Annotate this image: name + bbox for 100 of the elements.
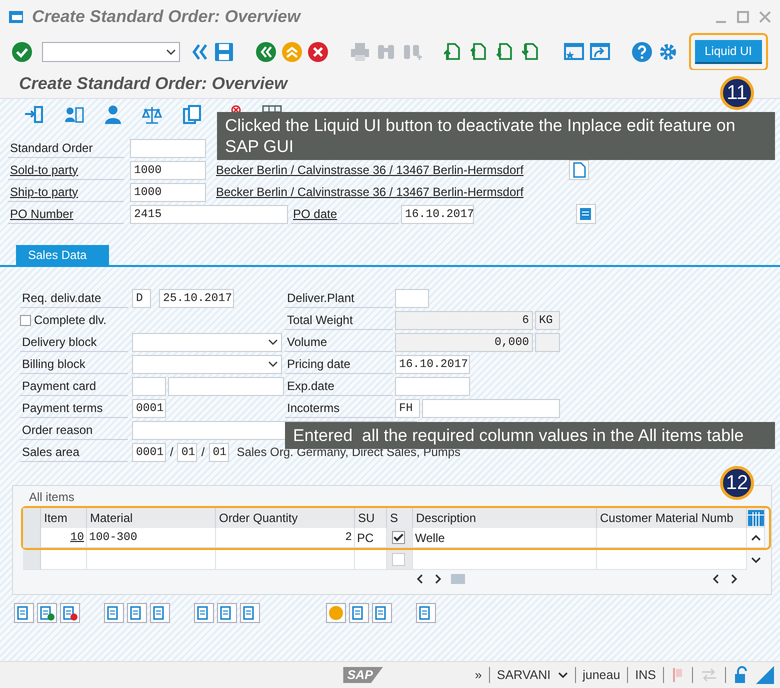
field-label: Billing block xyxy=(20,354,128,374)
help-icon[interactable] xyxy=(632,42,652,62)
import-icon[interactable] xyxy=(24,105,44,125)
resize-grip-icon xyxy=(756,666,774,684)
field-label: Volume xyxy=(285,332,393,352)
field-label: Incoterms xyxy=(285,398,393,418)
input-field[interactable]: 0001 xyxy=(132,398,166,418)
amount-field[interactable]: 6 xyxy=(395,310,533,330)
scroll-left-icon[interactable] xyxy=(711,574,721,584)
step-badge: 12 xyxy=(720,466,754,500)
command-field[interactable] xyxy=(42,42,180,62)
add-row-icon[interactable] xyxy=(37,603,57,623)
close-icon[interactable] xyxy=(758,10,772,24)
po-number-field[interactable]: 2415 xyxy=(130,204,288,224)
amount-field[interactable]: 0,000 xyxy=(395,332,533,352)
sales-org-field[interactable]: 0001 xyxy=(132,442,166,462)
back-icon[interactable] xyxy=(256,42,276,62)
system-user[interactable]: SARVANI xyxy=(496,668,551,682)
document-copy-icon[interactable] xyxy=(182,105,202,125)
field-label: Exp.date xyxy=(285,376,393,396)
table-cell: Welle xyxy=(413,528,597,548)
up-icon[interactable] xyxy=(282,42,302,62)
coin-icon[interactable] xyxy=(326,603,346,623)
party-label: Ship-to party xyxy=(8,182,124,202)
maximize-icon[interactable] xyxy=(736,10,750,24)
scroll-down-icon[interactable] xyxy=(751,555,761,565)
caret-icon[interactable] xyxy=(558,671,568,679)
field-label: Payment terms xyxy=(20,398,128,418)
date-type-field[interactable]: D xyxy=(132,288,151,308)
scroll-up-icon[interactable] xyxy=(750,532,760,542)
scroll-right-icon[interactable] xyxy=(433,574,443,584)
scrollbar-thumb[interactable] xyxy=(451,574,465,584)
date-field[interactable]: 25.10.2017 xyxy=(159,288,234,308)
contact-card-icon[interactable] xyxy=(64,105,84,125)
field-label: Delivery block xyxy=(20,332,128,352)
column-header[interactable]: SU xyxy=(355,508,387,528)
date-field[interactable]: 16.10.2017 xyxy=(395,354,470,374)
party-address-link[interactable]: Becker Berlin / Calvinstrasse 36 / 13467 Berlin-Hermsdorf xyxy=(216,163,536,177)
field-label: Pricing date xyxy=(285,354,393,374)
input-field[interactable] xyxy=(132,376,166,396)
field-label: PO date xyxy=(291,204,399,224)
unit-field[interactable]: KG xyxy=(535,310,560,330)
lock-icon[interactable] xyxy=(733,666,749,684)
sap-logo: SAP xyxy=(343,667,383,683)
column-header[interactable]: Material xyxy=(87,508,216,528)
scroll-right-icon[interactable] xyxy=(729,574,739,584)
column-header[interactable]: Customer Material Numb xyxy=(597,508,747,528)
checkbox[interactable]: Complete dlv. xyxy=(20,309,106,331)
unit-field[interactable] xyxy=(535,332,560,352)
table-cell: PC xyxy=(355,528,387,548)
incoterms-field[interactable]: FH xyxy=(395,398,420,418)
save-icon[interactable] xyxy=(214,42,234,62)
party-field[interactable]: 1000 xyxy=(130,182,206,202)
field-label: Req. deliv.date xyxy=(20,288,128,308)
input-field[interactable] xyxy=(168,376,284,396)
cancel-icon[interactable] xyxy=(308,42,328,62)
checkbox[interactable] xyxy=(392,531,404,544)
settings-icon[interactable] xyxy=(658,42,678,62)
new-window-icon[interactable] xyxy=(564,42,584,62)
dropdown-field[interactable] xyxy=(132,332,282,352)
caret-icon xyxy=(166,48,176,56)
dropdown-field[interactable] xyxy=(132,354,282,374)
date-field[interactable] xyxy=(395,376,470,396)
field-label: Standard Order xyxy=(8,138,124,158)
channel-field[interactable]: 01 xyxy=(177,442,198,462)
field-label: Sales area xyxy=(20,442,128,462)
step-badge: 11 xyxy=(720,76,754,110)
table-settings-icon[interactable] xyxy=(748,510,764,526)
division-field[interactable]: 01 xyxy=(208,442,229,462)
overflow-arrows[interactable]: » xyxy=(474,668,482,682)
separator-text: / xyxy=(170,445,174,459)
scroll-left-icon[interactable] xyxy=(415,574,425,584)
edit-document-icon[interactable] xyxy=(576,204,596,224)
input-field[interactable] xyxy=(395,288,429,308)
window-icon xyxy=(8,8,24,24)
date-field[interactable]: 16.10.2017 xyxy=(401,204,474,224)
caret-icon xyxy=(268,338,278,346)
field-label: Total Weight xyxy=(285,310,393,330)
table-cell: 100-300 xyxy=(87,528,216,548)
order-number-field[interactable] xyxy=(130,138,206,158)
input-mode: INS xyxy=(635,668,656,682)
column-header[interactable]: Item xyxy=(41,508,87,528)
check-icon[interactable] xyxy=(12,42,32,62)
field-label: Deliver.Plant xyxy=(285,288,393,308)
column-header[interactable]: S xyxy=(387,508,413,528)
shortcut-icon[interactable] xyxy=(590,42,610,62)
person-icon[interactable] xyxy=(104,105,122,125)
window-title: Create Standard Order: Overview xyxy=(32,6,302,26)
party-address-link[interactable]: Becker Berlin / Calvinstrasse 36 / 13467 Berlin-Hermsdorf xyxy=(216,185,536,199)
document-icon[interactable] xyxy=(569,160,589,180)
delete-row-icon[interactable] xyxy=(60,603,80,623)
double-chevron-icon[interactable] xyxy=(190,42,208,62)
host-name: juneau xyxy=(582,668,620,682)
scale-icon[interactable] xyxy=(142,105,162,125)
input-field[interactable] xyxy=(422,398,560,418)
table-cell: 10 xyxy=(41,528,87,548)
column-header[interactable]: Description xyxy=(413,508,597,528)
party-field[interactable]: 1000 xyxy=(130,160,206,180)
column-header[interactable]: Order Quantity xyxy=(216,508,355,528)
field-label: Payment card xyxy=(20,376,128,396)
